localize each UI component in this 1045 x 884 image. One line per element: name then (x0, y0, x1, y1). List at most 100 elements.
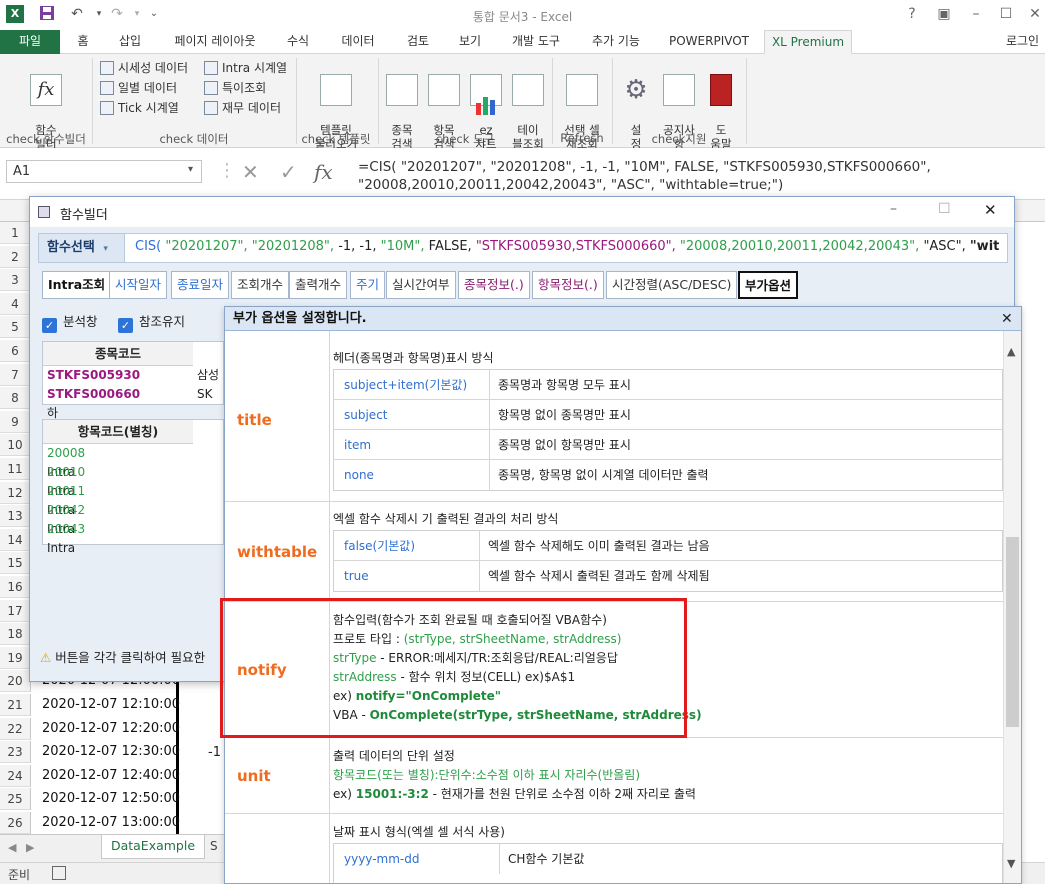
dialog-close-button[interactable]: ✕ (984, 201, 997, 219)
row-header[interactable]: 20 (0, 670, 31, 693)
table-row[interactable]: true 엑셀 함수 삭제시 출력된 결과도 함께 삭제됨 (334, 561, 1002, 591)
sheet-tab-dataexample[interactable]: DataExample (101, 835, 205, 859)
function-expression[interactable]: CIS( "20201207", "20201208", -1, -1, "10… (135, 239, 1005, 254)
tab-xl-premium[interactable]: XL Premium (764, 30, 852, 54)
keep-reference-checkbox[interactable]: ✓ 참조유지 (118, 311, 185, 333)
tab-review[interactable]: 검토 (396, 30, 440, 54)
table-row[interactable]: 20043Intra (43, 520, 223, 555)
tab-time-sort[interactable]: 시간정렬(ASC/DESC) (606, 271, 738, 299)
tab-realtime[interactable]: 실시간여부 (386, 271, 456, 299)
table-row[interactable]: none 종목명, 항목명 없이 시계열 데이터만 출력 (334, 460, 1002, 490)
minimize-button[interactable]: – (966, 5, 986, 23)
tab-file[interactable]: 파일 (0, 30, 60, 54)
scroll-down-icon[interactable]: ▼ (1007, 857, 1015, 870)
tab-data[interactable]: 데이터 (330, 30, 386, 54)
row-header[interactable]: 11 (0, 458, 31, 480)
table-row[interactable]: false(기본값) 엑셀 함수 삭제해도 이미 출력된 결과는 남음 (334, 531, 1002, 561)
name-box[interactable]: A1 (6, 160, 202, 183)
login-link[interactable]: 로그인 (1000, 30, 1045, 54)
table-row[interactable]: yyyy-mm-dd CH함수 기본값 (334, 844, 1002, 874)
table-row[interactable]: STKFS005930 삼성 (43, 366, 223, 385)
row-header[interactable]: 18 (0, 623, 31, 646)
dialog-maximize-button[interactable]: ☐ (938, 201, 951, 217)
tab-view[interactable]: 보기 (448, 30, 492, 54)
row-header[interactable]: 5 (0, 316, 31, 339)
row-header[interactable]: 6 (0, 340, 31, 362)
insert-function-icon[interactable]: fx (314, 160, 333, 184)
help-button[interactable]: ? (902, 5, 922, 23)
row-header[interactable]: 15 (0, 552, 31, 575)
tab-formulas[interactable]: 수식 (276, 30, 320, 54)
table-row[interactable]: 20010Intra (43, 463, 223, 498)
ribbon-display-options-icon[interactable]: ▣ (934, 5, 954, 23)
tab-period[interactable]: 주기 (350, 271, 386, 299)
tab-addins[interactable]: 추가 기능 (584, 30, 648, 54)
ribbon-item-quote-data[interactable]: 시세성 데이터 (100, 58, 188, 78)
row-header[interactable]: 22 (0, 717, 31, 740)
cell-datetime[interactable]: 2020-12-07 12:30:00 (42, 741, 180, 763)
sheet-tab-partial[interactable]: S (210, 839, 218, 853)
row-header[interactable]: 9 (0, 410, 31, 433)
ribbon-item-financial-data[interactable]: 재무 데이터 (204, 98, 287, 118)
tab-developer[interactable]: 개발 도구 (504, 30, 568, 54)
vertical-scrollbar[interactable]: ▲ ▼ (1003, 331, 1021, 883)
row-header[interactable]: 23 (0, 741, 31, 764)
tab-powerpivot[interactable]: POWERPIVOT (666, 30, 752, 54)
ribbon-item-tick-series[interactable]: Tick 시계열 (100, 98, 188, 118)
row-header[interactable]: 2 (0, 245, 31, 268)
analysis-checkbox[interactable]: ✓ 분석창 (42, 311, 98, 333)
sheet-nav-right-icon[interactable]: ▶ (26, 841, 34, 854)
row-header[interactable]: 4 (0, 292, 31, 315)
select-all-corner[interactable] (0, 200, 31, 222)
table-row[interactable]: subject+item(기본값) 종목명과 항목명 모두 표시 (334, 370, 1002, 400)
ribbon-item-daily-data[interactable]: 일별 데이터 (100, 78, 188, 98)
row-header[interactable]: 21 (0, 694, 31, 716)
cancel-icon[interactable]: ✕ (242, 160, 259, 184)
tab-end-date[interactable]: 종료일자 (171, 271, 230, 299)
table-row[interactable]: 20008Intra (43, 444, 223, 479)
formula-input[interactable]: =CIS( "20201207", "20201208", -1, -1, "1… (358, 158, 1038, 198)
enter-icon[interactable]: ✓ (280, 160, 297, 184)
close-button[interactable]: ✕ (1025, 5, 1045, 23)
cell-datetime[interactable]: 2020-12-07 12:50:00 (42, 788, 180, 810)
row-header[interactable]: 14 (0, 528, 31, 551)
tab-insert[interactable]: 삽입 (108, 30, 152, 54)
chevron-down-icon[interactable]: ▾ (188, 164, 193, 175)
row-header[interactable]: 13 (0, 505, 31, 528)
cell-datetime[interactable]: 2020-12-07 12:40:00 (42, 765, 180, 787)
row-header[interactable]: 3 (0, 269, 31, 292)
row-header[interactable]: 12 (0, 481, 31, 504)
dialog-minimize-button[interactable]: – (890, 201, 897, 217)
row-header[interactable]: 7 (0, 363, 31, 386)
tab-home[interactable]: 홈 (66, 30, 100, 54)
ribbon-item-special-query[interactable]: 특이조회 (204, 78, 287, 98)
table-row[interactable]: 20011Intra (43, 482, 223, 517)
panel-close-button[interactable]: ✕ (1001, 311, 1013, 327)
macro-record-icon[interactable] (52, 866, 66, 880)
row-header[interactable]: 24 (0, 764, 31, 787)
cell-datetime[interactable]: 2020-12-07 12:20:00 (42, 718, 180, 740)
scrollbar-thumb[interactable] (1006, 537, 1019, 727)
tab-query-count[interactable]: 조회개수 (231, 271, 290, 299)
row-header[interactable]: 8 (0, 387, 31, 410)
table-row[interactable]: STKFS000660 SK하 (43, 385, 223, 420)
cell-datetime[interactable]: 2020-12-07 13:00:00 (42, 812, 180, 834)
row-header[interactable]: 26 (0, 812, 31, 834)
function-select-dropdown[interactable]: 함수선택 ▾ (39, 234, 125, 262)
cell-datetime[interactable]: 2020-12-07 12:10:00 (42, 694, 180, 716)
tab-start-date[interactable]: 시작일자 (109, 271, 168, 299)
tab-item-info[interactable]: 항목정보(.) (532, 271, 604, 299)
ribbon-item-intra-series[interactable]: Intra 시계열 (204, 58, 287, 78)
tab-output-count[interactable]: 출력개수 (289, 271, 348, 299)
row-header[interactable]: 10 (0, 434, 31, 457)
tab-additional-options[interactable]: 부가옵션 (738, 271, 799, 299)
table-row[interactable]: 20042Intra (43, 501, 223, 536)
tab-page-layout[interactable]: 페이지 레이아웃 (162, 30, 268, 54)
row-header[interactable]: 16 (0, 576, 31, 598)
scroll-up-icon[interactable]: ▲ (1007, 345, 1015, 358)
table-row[interactable]: item 종목명 없이 항목명만 표시 (334, 430, 1002, 460)
tab-intra-query[interactable]: Intra조회 (42, 271, 112, 299)
sheet-nav-left-icon[interactable]: ◀ (8, 841, 16, 854)
row-header[interactable]: 19 (0, 646, 31, 669)
table-row[interactable]: subject 항목명 없이 종목명만 표시 (334, 400, 1002, 430)
